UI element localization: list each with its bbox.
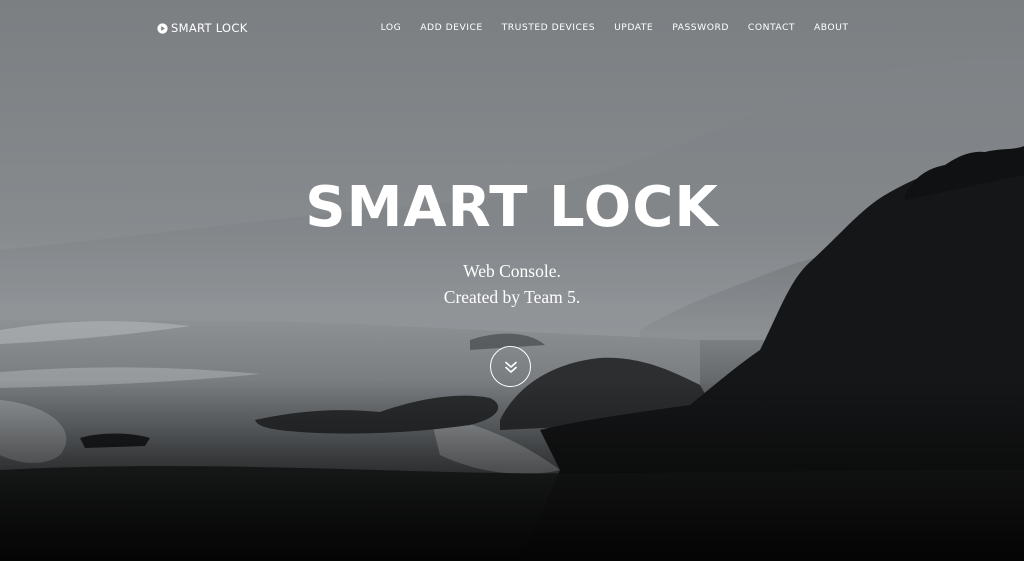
top-navbar: SMART LOCK LOG ADD DEVICE TRUSTED DEVICE… (0, 0, 1024, 56)
nav-link-trusted-devices[interactable]: TRUSTED DEVICES (492, 21, 604, 34)
nav-link-log[interactable]: LOG (371, 21, 411, 34)
nav-link-password[interactable]: PASSWORD (663, 21, 739, 34)
nav-item-add-device: ADD DEVICE (411, 21, 492, 34)
hero-subtitle-line-2: Created by Team 5. (443, 287, 581, 307)
nav-item-log: LOG (371, 21, 411, 34)
double-chevron-down-icon (504, 361, 517, 373)
nav-menu: LOG ADD DEVICE TRUSTED DEVICES UPDATE PA… (371, 21, 858, 34)
nav-item-contact: CONTACT (738, 21, 804, 34)
hero-subtitle: Web Console. Created by Team 5. (0, 258, 1024, 310)
hero-section: SMART LOCK LOG ADD DEVICE TRUSTED DEVICE… (0, 0, 1024, 561)
brand-link[interactable]: SMART LOCK (157, 19, 248, 37)
nav-link-contact[interactable]: CONTACT (738, 21, 804, 34)
play-circle-icon (157, 22, 168, 34)
hero-content: SMART LOCK Web Console. Created by Team … (0, 170, 1024, 310)
nav-link-update[interactable]: UPDATE (605, 21, 663, 34)
nav-item-about: ABOUT (805, 21, 859, 34)
hero-subtitle-line-1: Web Console. (463, 261, 561, 281)
scroll-down-button[interactable] (490, 346, 531, 387)
nav-link-about[interactable]: ABOUT (805, 21, 859, 34)
nav-item-trusted-devices: TRUSTED DEVICES (492, 21, 604, 34)
nav-link-add-device[interactable]: ADD DEVICE (411, 21, 492, 34)
brand-name: SMART LOCK (171, 21, 248, 35)
nav-item-password: PASSWORD (663, 21, 739, 34)
nav-item-update: UPDATE (605, 21, 663, 34)
hero-title: SMART LOCK (305, 175, 719, 240)
